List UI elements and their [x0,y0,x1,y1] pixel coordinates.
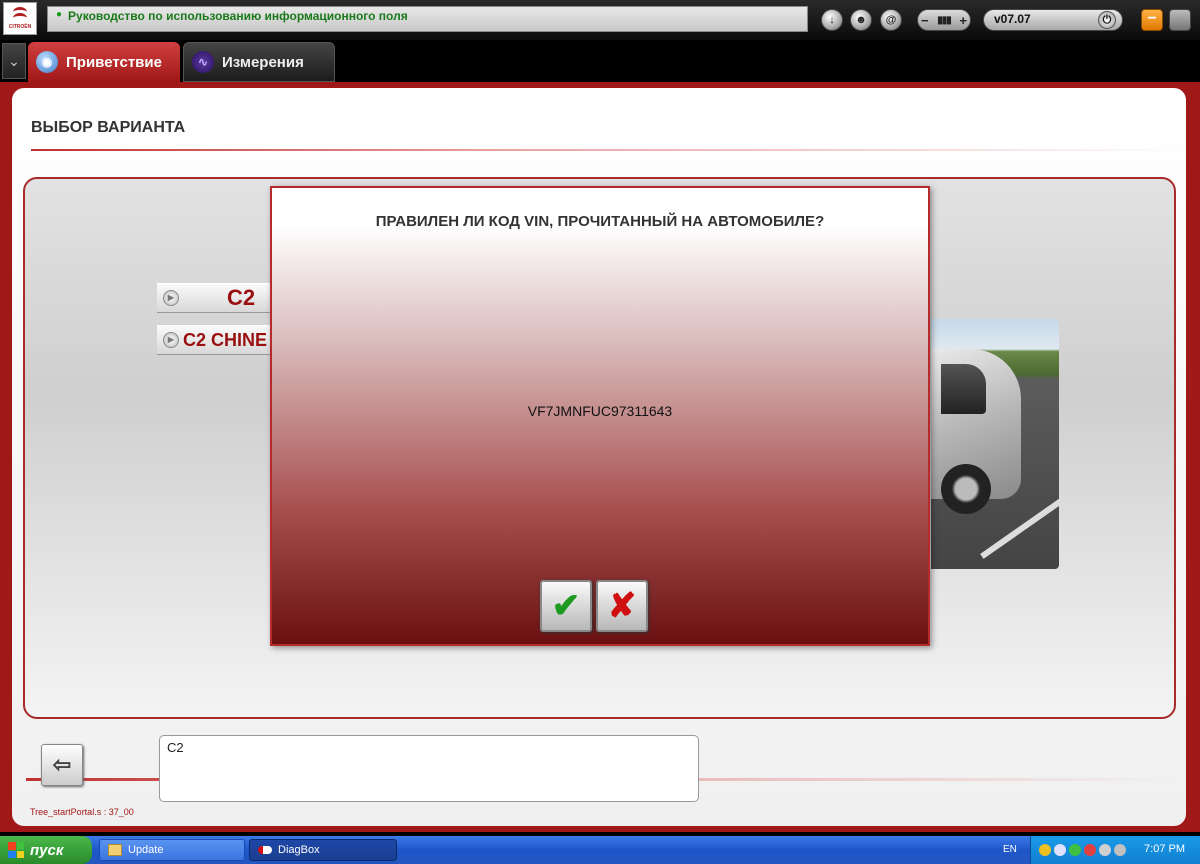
play-icon: ▶ [163,332,179,348]
tab-welcome-label: Приветствие [66,53,162,71]
windows-taskbar: пуск Update DiagBox EN 7:07 PM [0,836,1200,864]
tab-bar: ⌄ ◉ Приветствие ∿ Измерения [0,40,1200,82]
variant-option-c2[interactable]: ▶ C2 [157,283,287,313]
globe-icon: ◉ [36,51,58,73]
selection-display: C2 [159,735,699,802]
citroen-logo: CITROËN [3,2,37,35]
security-icon[interactable] [1069,844,1081,856]
folder-icon [108,844,122,856]
variant-option-label: C2 [227,285,256,310]
network-icon[interactable] [1099,844,1111,856]
tab-welcome[interactable]: ◉ Приветствие [28,42,180,82]
volume-control[interactable]: − ▮▮▮ + [917,9,971,31]
page-title: ВЫБОР ВАРИАНТА [31,119,186,136]
checkmark-icon: ✔ [551,587,581,625]
download-icon[interactable]: ↓ [821,9,843,31]
lightning-icon[interactable] [1054,844,1066,856]
tab-measurements[interactable]: ∿ Измерения [183,42,335,82]
confirm-button[interactable]: ✔ [540,580,592,632]
volume-minus-button[interactable]: − [921,13,929,28]
dialog-question: ПРАВИЛЕН ЛИ КОД VIN, ПРОЧИТАННЫЙ НА АВТО… [375,213,825,230]
help-bar[interactable]: ● Руководство по использованию информаци… [47,6,808,32]
tab-measurements-label: Измерения [222,53,304,71]
variant-option-c2-chine[interactable]: ▶ C2 CHINE [157,325,287,355]
taskbar-item-diagbox[interactable]: DiagBox [249,839,397,861]
volume-plus-button[interactable]: + [959,13,967,28]
x-icon: ✘ [607,587,637,625]
info-icon: ● [56,9,63,20]
shield-icon[interactable] [1039,844,1051,856]
at-icon[interactable]: @ [880,9,902,31]
diagbox-icon [258,846,272,854]
version-indicator: v07.07 ⏻ [983,9,1123,31]
taskbar-item-update[interactable]: Update [99,839,245,861]
language-indicator[interactable]: EN [1003,844,1017,855]
start-button[interactable]: пуск [0,836,92,864]
system-tray: 7:07 PM [1030,836,1200,864]
vin-value: VF7JMNFUC97311643 [527,403,673,419]
taskbar-item-label: Update [128,844,164,856]
play-icon: ▶ [163,290,179,306]
cancel-button[interactable]: ✘ [596,580,648,632]
car-image [931,319,1059,569]
version-label: v07.07 [994,12,1031,26]
back-button[interactable]: ⇦ [41,744,83,786]
variant-option-label: C2 CHINE [183,329,268,350]
speaker-icon[interactable] [1114,844,1126,856]
power-icon[interactable]: ⏻ [1098,11,1116,29]
chevron-down-icon[interactable]: ⌄ [2,43,26,79]
top-toolbar: CITROËN ● Руководство по использованию и… [0,0,1200,40]
volume-level-icon: ▮▮▮ [937,14,951,26]
person-icon[interactable]: ☻ [850,9,872,31]
close-button[interactable] [1169,9,1191,31]
vin-confirm-dialog: ПРАВИЛЕН ЛИ КОД VIN, ПРОЧИТАННЫЙ НА АВТО… [270,186,930,646]
waveform-icon: ∿ [192,51,214,73]
diagbox-window: CITROËN ● Руководство по использованию и… [0,0,1200,864]
antivirus-icon[interactable] [1084,844,1096,856]
taskbar-item-label: DiagBox [278,844,320,856]
clock: 7:07 PM [1144,843,1185,855]
help-text: Руководство по использованию информацион… [68,9,408,23]
arrow-left-icon: ⇦ [52,752,72,777]
status-text: Tree_startPortal.s : 37_00 [30,807,134,817]
title-divider [31,149,1181,151]
windows-logo-icon [8,842,24,858]
start-label: пуск [30,841,64,859]
minimize-button[interactable]: − [1141,9,1163,31]
